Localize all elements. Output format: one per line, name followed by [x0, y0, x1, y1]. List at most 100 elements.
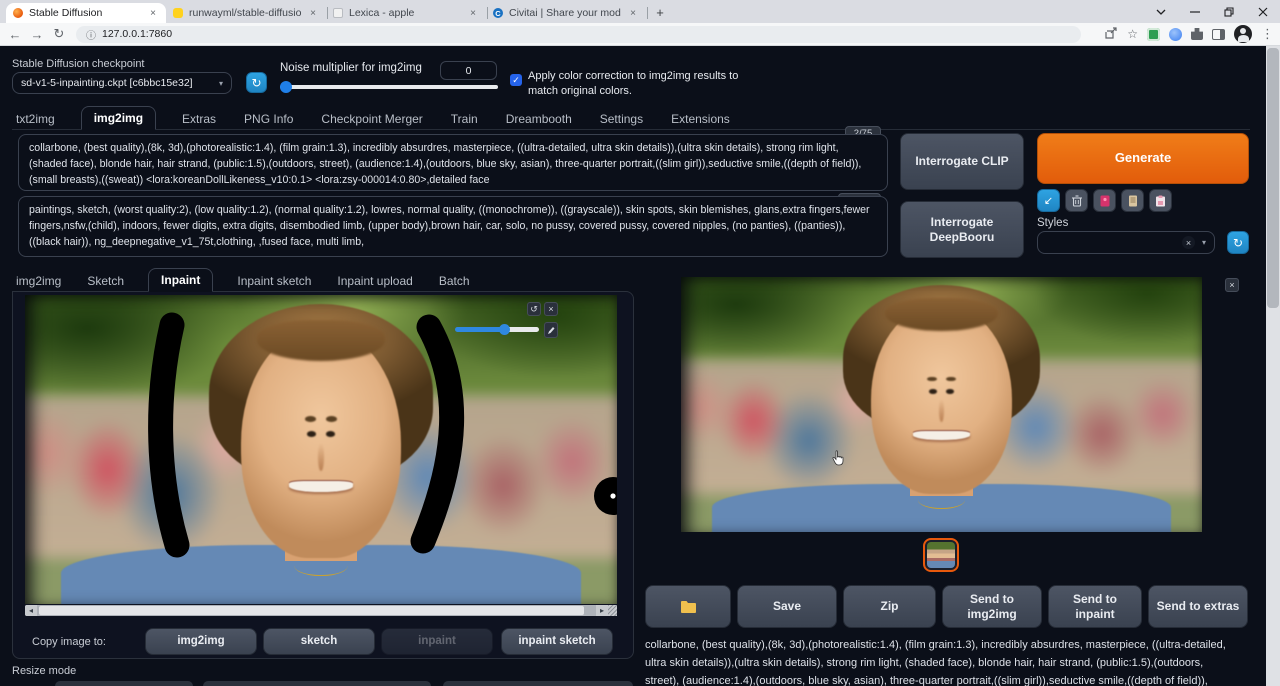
- folder-icon: [680, 601, 696, 613]
- noise-slider-thumb[interactable]: [280, 81, 292, 93]
- apply-style-button[interactable]: [1149, 189, 1172, 212]
- tab-settings[interactable]: Settings: [598, 108, 645, 130]
- resize-grip-icon[interactable]: [608, 605, 617, 616]
- canvas-h-scrollbar[interactable]: ◂ ▸: [25, 605, 617, 616]
- page-scrollbar[interactable]: [1266, 46, 1280, 686]
- new-tab-button[interactable]: +: [652, 4, 668, 20]
- page-scrollbar-thumb[interactable]: [1267, 48, 1279, 308]
- extension-green-icon[interactable]: [1147, 27, 1160, 41]
- tab-txt2img[interactable]: txt2img: [14, 108, 57, 130]
- notebook-icon: [1128, 195, 1137, 206]
- trash-icon: [1071, 194, 1082, 207]
- clear-prompt-button[interactable]: [1065, 189, 1088, 212]
- tab-inpaint[interactable]: Inpaint: [148, 268, 214, 292]
- browser-tab-civitai[interactable]: C Civitai | Share your models ×: [486, 3, 648, 23]
- browser-tab-title: Civitai | Share your models: [509, 7, 621, 19]
- extension-blue-icon[interactable]: [1169, 27, 1182, 41]
- thumbnail-image: [927, 542, 955, 568]
- scroll-right-icon[interactable]: ▸: [596, 605, 608, 616]
- tab-train[interactable]: Train: [449, 108, 480, 130]
- copy-to-inpaint-button[interactable]: inpaint: [381, 628, 493, 655]
- browser-tab-stable-diffusion[interactable]: Stable Diffusion ×: [6, 3, 166, 23]
- styles-clear-icon[interactable]: ×: [1181, 236, 1195, 249]
- gallery-thumbnail-selected[interactable]: [923, 538, 959, 572]
- tab-extras[interactable]: Extras: [180, 108, 218, 130]
- canvas-undo-button[interactable]: ↺: [527, 302, 541, 316]
- tab-close-icon[interactable]: ×: [467, 7, 479, 19]
- tab-extensions[interactable]: Extensions: [669, 108, 732, 130]
- paste-params-button[interactable]: ↙: [1037, 189, 1060, 212]
- copy-to-sketch-button[interactable]: sketch: [263, 628, 375, 655]
- tab-batch[interactable]: Batch: [437, 270, 472, 292]
- extra-networks-button[interactable]: [1093, 189, 1116, 212]
- canvas-clear-button[interactable]: ×: [544, 302, 558, 316]
- extensions-puzzle-icon[interactable]: [1191, 28, 1203, 40]
- prompt-input[interactable]: collarbone, (best quality),(8k, 3d),(pho…: [19, 135, 887, 190]
- tab-checkpoint-merger[interactable]: Checkpoint Merger: [319, 108, 424, 130]
- interrogate-clip-button[interactable]: Interrogate CLIP: [900, 133, 1024, 190]
- send-to-extras-button[interactable]: Send to extras: [1148, 585, 1248, 628]
- window-close-icon[interactable]: [1246, 0, 1280, 23]
- img2img-tab-bar: img2img Sketch Inpaint Inpaint sketch In…: [14, 268, 472, 292]
- tab-img2img[interactable]: img2img: [80, 106, 157, 130]
- main-tab-bar: txt2img img2img Extras PNG Info Checkpoi…: [14, 106, 732, 130]
- tab-sketch[interactable]: Sketch: [85, 270, 126, 292]
- bookmark-star-icon[interactable]: ☆: [1127, 27, 1138, 41]
- resize-mode-option[interactable]: [55, 681, 193, 686]
- send-to-inpaint-button[interactable]: Send to inpaint: [1048, 585, 1142, 628]
- zip-button[interactable]: Zip: [843, 585, 936, 628]
- brush-size-slider[interactable]: [455, 324, 539, 335]
- tab-dreambooth[interactable]: Dreambooth: [504, 108, 574, 130]
- stable-diffusion-favicon-icon: [13, 8, 23, 18]
- styles-refresh-button[interactable]: ↻: [1227, 231, 1249, 254]
- resize-mode-option[interactable]: [443, 681, 633, 686]
- styles-dropdown[interactable]: × ▾: [1037, 231, 1215, 254]
- canvas-h-scrollbar-thumb[interactable]: [39, 606, 584, 615]
- tab-img2img-sub[interactable]: img2img: [14, 270, 63, 292]
- brush-slider-thumb[interactable]: [499, 324, 510, 335]
- copy-to-img2img-button[interactable]: img2img: [145, 628, 257, 655]
- tab-close-icon[interactable]: ×: [627, 7, 639, 19]
- interrogate-deepbooru-button[interactable]: Interrogate DeepBooru: [900, 201, 1024, 258]
- profile-avatar[interactable]: [1234, 25, 1252, 43]
- forward-icon[interactable]: →: [26, 27, 48, 42]
- save-button[interactable]: Save: [737, 585, 837, 628]
- checkpoint-dropdown[interactable]: sd-v1-5-inpainting.ckpt [c6bbc15e32] ▾: [12, 72, 232, 94]
- tab-close-icon[interactable]: ×: [147, 7, 159, 19]
- tab-inpaint-sketch[interactable]: Inpaint sketch: [235, 270, 313, 292]
- gallery-close-button[interactable]: ×: [1225, 278, 1239, 292]
- browser-tab-lexica[interactable]: Lexica - apple ×: [326, 3, 488, 23]
- browser-tab-title: Stable Diffusion: [29, 7, 103, 19]
- tab-png-info[interactable]: PNG Info: [242, 108, 295, 130]
- open-folder-button[interactable]: [645, 585, 731, 628]
- side-panel-icon[interactable]: [1212, 28, 1225, 40]
- address-bar[interactable]: ⓘ 127.0.0.1:7860: [76, 25, 1081, 43]
- negative-prompt-input[interactable]: paintings, sketch, (worst quality:2), (l…: [19, 197, 887, 256]
- send-to-img2img-button[interactable]: Send to img2img: [942, 585, 1042, 628]
- brush-tool-button[interactable]: [544, 322, 558, 338]
- noise-multiplier-value[interactable]: 0: [440, 61, 497, 80]
- result-image[interactable]: [681, 277, 1202, 532]
- save-style-button[interactable]: [1121, 189, 1144, 212]
- tab-inpaint-upload[interactable]: Inpaint upload: [335, 270, 414, 292]
- noise-multiplier-slider[interactable]: [280, 81, 498, 93]
- checkpoint-refresh-button[interactable]: ↻: [246, 72, 267, 93]
- inpaint-canvas-image[interactable]: [25, 295, 617, 604]
- cursor-hand-icon: [832, 450, 844, 466]
- generate-button[interactable]: Generate: [1037, 133, 1249, 184]
- scroll-left-icon[interactable]: ◂: [25, 605, 37, 616]
- window-restore-icon[interactable]: [1212, 0, 1246, 23]
- resize-mode-option[interactable]: [203, 681, 431, 686]
- reload-icon[interactable]: ↻: [48, 26, 70, 42]
- styles-label: Styles: [1037, 217, 1069, 229]
- tab-close-icon[interactable]: ×: [307, 7, 319, 19]
- window-menu-chevron-icon[interactable]: [1144, 0, 1178, 23]
- share-icon[interactable]: [1105, 26, 1118, 42]
- window-minimize-icon[interactable]: [1178, 0, 1212, 23]
- copy-to-inpaint-sketch-button[interactable]: inpaint sketch: [501, 628, 613, 655]
- browser-menu-icon[interactable]: ⋮: [1261, 26, 1274, 42]
- back-icon[interactable]: ←: [4, 27, 26, 42]
- browser-tab-runwayml[interactable]: runwayml/stable-diffusion-inpa ×: [166, 3, 328, 23]
- site-info-icon[interactable]: ⓘ: [86, 27, 96, 42]
- color-correction-checkbox[interactable]: ✓: [510, 74, 522, 86]
